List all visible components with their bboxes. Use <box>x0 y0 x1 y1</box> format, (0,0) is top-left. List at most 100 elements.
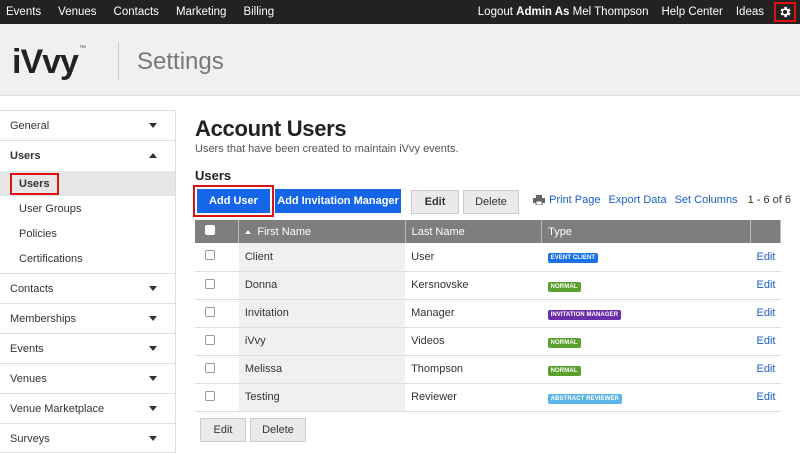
row-edit-link[interactable]: Edit <box>750 355 781 384</box>
row-select-cell <box>195 383 239 412</box>
sidebar-subitem-users[interactable]: Users <box>0 171 175 196</box>
add-invitation-manager-button[interactable]: Add Invitation Manager <box>275 189 401 213</box>
type-cell: EVENT CLIENT <box>541 243 751 272</box>
type-badge: ABSTRACT REVIEWER <box>547 393 622 404</box>
sidebar-item-memberships[interactable]: Memberships <box>0 304 175 334</box>
sidebar-subitem-label: Certifications <box>19 252 83 265</box>
type-badge: EVENT CLIENT <box>547 253 599 264</box>
sidebar-subitem-certifications[interactable]: Certifications <box>0 246 175 271</box>
nav-events[interactable]: Events <box>6 6 41 18</box>
row-edit-link[interactable]: Edit <box>750 299 781 328</box>
table-row: Invitation Manager INVITATION MANAGER Ed… <box>195 299 781 328</box>
type-badge: INVITATION MANAGER <box>547 309 622 320</box>
bottom-edit-button[interactable]: Edit <box>200 418 246 442</box>
row-checkbox[interactable] <box>205 306 215 317</box>
last-name-cell: User <box>405 243 542 272</box>
row-select-cell <box>195 355 239 384</box>
last-name-cell: Reviewer <box>405 383 542 412</box>
sort-ascending-icon <box>245 229 252 234</box>
column-header-actions <box>750 220 781 243</box>
column-header-label: Type <box>548 225 572 238</box>
row-select-cell <box>195 327 239 356</box>
sidebar-item-label: Surveys <box>10 432 50 445</box>
sidebar-subitem-label: User Groups <box>19 202 82 215</box>
ivvy-logo[interactable]: iVvy ™ <box>12 41 86 79</box>
column-header-last-name[interactable]: Last Name <box>405 220 543 243</box>
select-all-checkbox[interactable] <box>205 225 215 235</box>
print-page-link[interactable]: Print Page <box>533 194 601 206</box>
sidebar-subitem-policies[interactable]: Policies <box>0 221 175 246</box>
row-checkbox[interactable] <box>205 278 215 289</box>
sidebar-item-label: Memberships <box>10 312 77 325</box>
sidebar-subitem-label: Policies <box>19 227 57 240</box>
chevron-down-icon <box>149 376 157 381</box>
logout-link[interactable]: Logout Admin As Mel Thompson <box>478 6 649 18</box>
bottom-delete-button[interactable]: Delete <box>250 418 306 442</box>
first-name-cell: Donna <box>238 271 406 300</box>
main-nav: Events Venues Contacts Marketing Billing <box>6 0 291 24</box>
chevron-down-icon <box>149 286 157 291</box>
settings-button[interactable] <box>774 2 796 22</box>
nav-venues[interactable]: Venues <box>58 6 96 18</box>
gear-icon <box>780 6 791 18</box>
add-user-button[interactable]: Add User <box>197 189 270 213</box>
row-edit-link[interactable]: Edit <box>750 327 781 356</box>
row-edit-link[interactable]: Edit <box>750 271 781 300</box>
page-title: Account Users <box>195 116 347 141</box>
printer-icon <box>533 195 546 206</box>
sidebar-item-label: Users <box>10 150 41 162</box>
sidebar-item-venues[interactable]: Venues <box>0 364 175 394</box>
row-checkbox[interactable] <box>205 334 215 345</box>
column-header-type[interactable]: Type <box>541 220 752 243</box>
row-checkbox[interactable] <box>205 390 215 401</box>
chevron-down-icon <box>149 436 157 441</box>
first-name-cell: Client <box>238 243 406 272</box>
table-header-row: First Name Last Name Type <box>195 220 781 243</box>
settings-sidebar: General Users Users User Groups Policies… <box>0 110 176 453</box>
row-checkbox[interactable] <box>205 362 215 373</box>
type-badge: NORMAL <box>547 365 581 376</box>
type-badge: NORMAL <box>547 281 581 292</box>
sidebar-item-surveys[interactable]: Surveys <box>0 424 175 453</box>
row-edit-link[interactable]: Edit <box>750 243 781 272</box>
sidebar-item-label: Events <box>10 342 44 355</box>
row-edit-link[interactable]: Edit <box>750 383 781 412</box>
column-header-label: Last Name <box>411 225 465 238</box>
nav-billing[interactable]: Billing <box>243 6 274 18</box>
export-data-link[interactable]: Export Data <box>609 194 667 206</box>
edit-button[interactable]: Edit <box>411 190 459 214</box>
first-name-cell: iVvy <box>238 327 406 356</box>
chevron-up-icon <box>149 153 157 158</box>
sidebar-subitem-user-groups[interactable]: User Groups <box>0 196 175 221</box>
type-cell: NORMAL <box>541 327 751 356</box>
sidebar-subitem-label: Users <box>10 172 59 195</box>
first-name-cell: Melissa <box>238 355 406 384</box>
sidebar-item-label: Venues <box>10 372 47 385</box>
nav-contacts[interactable]: Contacts <box>114 6 159 18</box>
chevron-down-icon <box>149 123 157 128</box>
column-header-first-name[interactable]: First Name <box>238 220 406 243</box>
row-checkbox[interactable] <box>205 250 215 261</box>
trademark-mark: ™ <box>78 45 86 52</box>
users-table: First Name Last Name Type Client User EV… <box>195 220 781 412</box>
row-select-cell <box>195 243 239 272</box>
ideas-link[interactable]: Ideas <box>736 6 764 18</box>
sidebar-item-general[interactable]: General <box>0 111 175 141</box>
help-center-link[interactable]: Help Center <box>661 6 722 18</box>
page-section-title: Settings <box>137 48 224 75</box>
sidebar-item-contacts[interactable]: Contacts <box>0 274 175 304</box>
print-page-label: Print Page <box>549 194 601 206</box>
sidebar-item-events[interactable]: Events <box>0 334 175 364</box>
page-description: Users that have been created to maintain… <box>195 143 459 155</box>
current-user-name: Mel Thompson <box>572 6 649 18</box>
table-row: Donna Kersnovske NORMAL Edit <box>195 271 781 300</box>
settings-header: iVvy ™ Settings <box>0 24 800 96</box>
nav-marketing[interactable]: Marketing <box>176 6 227 18</box>
sidebar-item-label: Venue Marketplace <box>10 402 105 415</box>
sidebar-item-users[interactable]: Users <box>0 141 175 171</box>
set-columns-link[interactable]: Set Columns <box>675 194 738 206</box>
sidebar-item-venue-marketplace[interactable]: Venue Marketplace <box>0 394 175 424</box>
delete-button[interactable]: Delete <box>463 190 519 214</box>
select-all-cell <box>195 220 240 243</box>
row-select-cell <box>195 271 239 300</box>
